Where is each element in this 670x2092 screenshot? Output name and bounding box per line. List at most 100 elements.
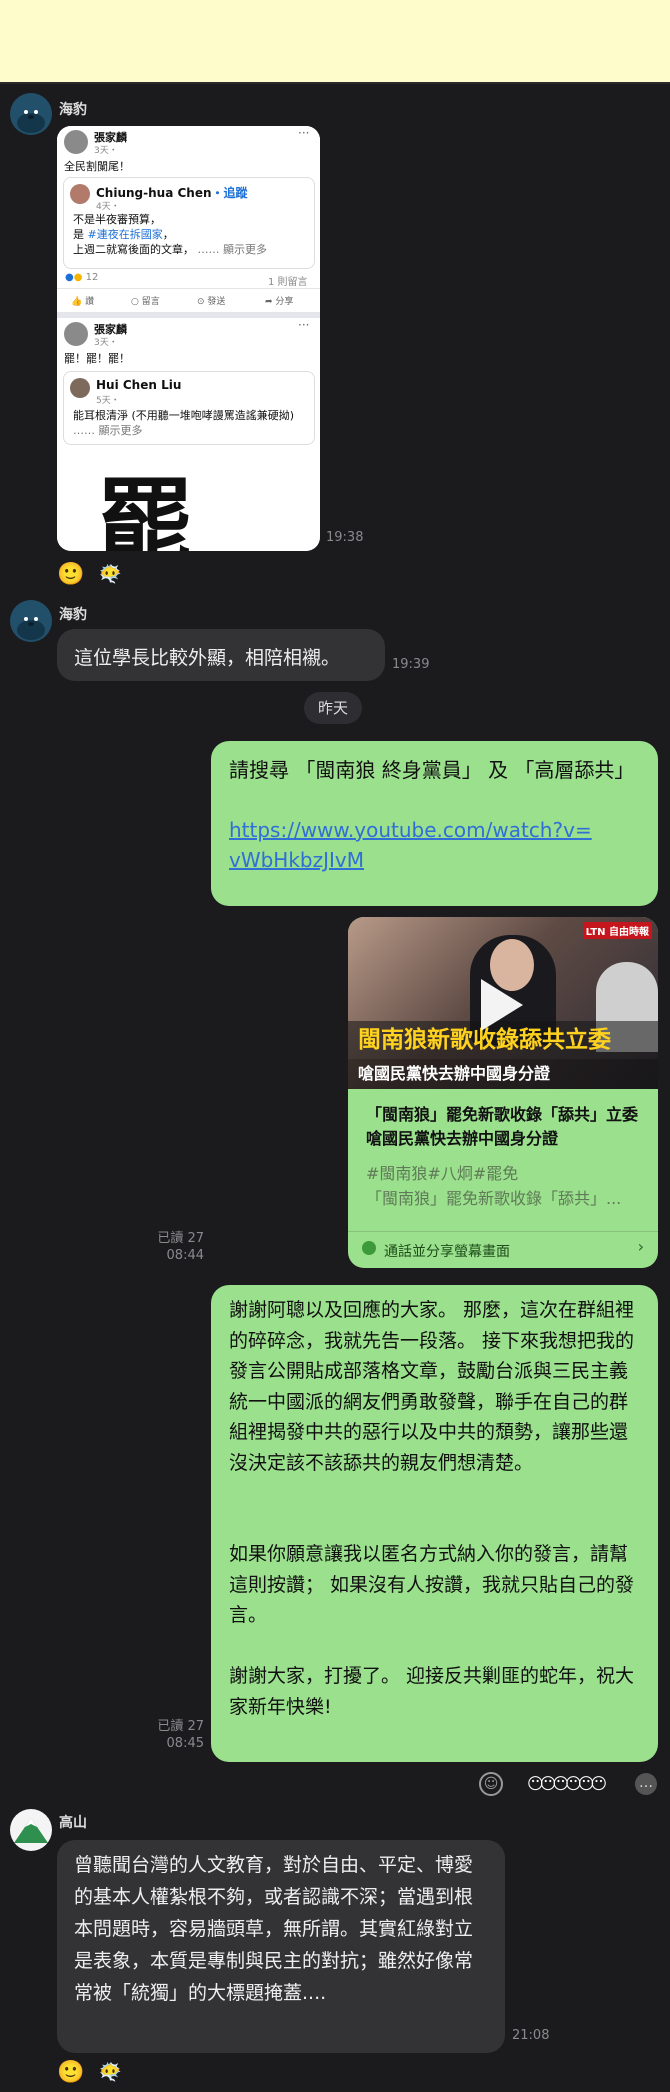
shared-post: Hui Chen Liu 5天・ 能耳根清淨 (不用聽一堆咆哮謾罵造謠兼硬拗) … xyxy=(63,371,315,445)
avatar[interactable] xyxy=(10,93,52,135)
play-icon[interactable] xyxy=(481,979,523,1031)
message-paragraph: 如果你願意讓我以匿名方式納入你的發言，請幫這則按讚； 如果沒有人按讚，我就只貼自… xyxy=(229,1543,635,1626)
reaction-count: 12 xyxy=(85,272,99,283)
share-action-label: 分享 xyxy=(275,297,294,307)
chevron-right-icon: › xyxy=(637,1237,644,1256)
post-text: 全民割闌尾！ xyxy=(64,160,130,173)
add-reaction-icon[interactable]: ☺ xyxy=(479,1772,503,1796)
divider xyxy=(0,82,670,84)
shared-meta: 4天・ xyxy=(96,202,120,212)
comment-count: 1 則留言 xyxy=(268,277,308,288)
like-action: 👍 讚 xyxy=(71,294,94,307)
link-preview-card[interactable]: LTN 自由時報 閩南狼新歌收錄舔共立委 嗆國民黨快去辦中國身分證 「閩南狼」罷… xyxy=(348,917,658,1268)
reaction-summary: ●● 12 xyxy=(65,272,98,283)
follow-link: ・追蹤 xyxy=(211,186,248,200)
message-bubble[interactable]: 這位學長比較外顯，相陪相襯。 xyxy=(57,629,385,681)
message-text: 曾聽聞台灣的人文教育，對於自由、平定、博愛的基本人權紮根不夠，或者認識不深；當遇… xyxy=(74,1854,474,2004)
post-avatar xyxy=(64,130,88,154)
more-icon: ··· xyxy=(298,126,310,140)
timestamp: 08:45 xyxy=(166,1736,204,1751)
screen-share-link[interactable]: 通話並分享螢幕畫面 xyxy=(384,1241,510,1261)
reaction-avatar-icon[interactable]: 😶‍🌫️ xyxy=(99,2059,121,2087)
youtube-link[interactable]: https://www.youtube.com/watch?v=vWbHkbzJ… xyxy=(229,815,599,875)
read-receipt: 已讀 27 08:44 xyxy=(140,1230,204,1264)
sender-name: 海豹 xyxy=(59,102,87,118)
message-bubble[interactable]: 請搜尋 「閩南狼 終身黨員」 及 「高層舔共」 https://www.yout… xyxy=(211,741,658,906)
post-text: 罷！罷！罷！ xyxy=(64,352,130,365)
read-count: 已讀 27 xyxy=(157,1719,204,1734)
reaction-row: 🙂 😶‍🌫️ xyxy=(57,2059,137,2087)
message-bubble[interactable]: 謝謝阿聰以及回應的大家。 那麼，這次在群組裡的碎碎念，我就先告一段落。 接下來我… xyxy=(211,1285,658,1762)
like-icon: ● xyxy=(65,272,74,283)
share-action: ➦ 分享 xyxy=(265,294,293,307)
message-paragraph: 謝謝大家，打擾了。 迎接反共剿匪的蛇年，祝大家新年快樂! xyxy=(229,1665,635,1718)
preview-title: 「閩南狼」罷免新歌收錄「舔共」立委 嗆國民黨快去辦中國身分證 xyxy=(366,1105,639,1148)
avatar[interactable] xyxy=(10,600,52,642)
post-actions: 👍 讚 ○ 留言 ⊙ 發送 ➦ 分享 xyxy=(57,288,320,311)
message-paragraph: 謝謝阿聰以及回應的大家。 那麼，這次在群組裡的碎碎念，我就先告一段落。 接下來我… xyxy=(229,1299,635,1474)
shared-line-3: 上週二就寫後面的文章， …… 顯示更多 xyxy=(73,242,267,257)
date-separator: 昨天 xyxy=(304,692,362,724)
reaction-row: 🙂 😶‍🌫️ xyxy=(57,561,137,589)
large-character: 罷 xyxy=(97,467,193,551)
shared-avatar xyxy=(70,378,90,398)
sender-name: 海豹 xyxy=(59,607,87,623)
top-banner xyxy=(0,0,670,82)
shared-line-2-pre: 是 xyxy=(73,228,88,241)
message-bubble[interactable]: 曾聽聞台灣的人文教育，對於自由、平定、博愛的基本人權紮根不夠，或者認識不深；當遇… xyxy=(57,1840,505,2053)
divider xyxy=(348,1231,658,1232)
seal-avatar-icon xyxy=(17,617,45,640)
preview-description: 「閩南狼」罷免新歌收錄「舔共」... xyxy=(366,1189,622,1208)
smile-reaction-icon[interactable]: 🙂 xyxy=(57,2059,84,2087)
shared-author: Hui Chen Liu xyxy=(96,378,182,392)
shared-meta: 5天・ xyxy=(96,396,120,406)
read-count: 已讀 27 xyxy=(157,1231,204,1246)
sender-name: 高山 xyxy=(59,1815,87,1831)
thumb-icon: 👍 xyxy=(71,297,83,307)
comment-action-label: 留言 xyxy=(141,297,160,307)
news-logo: LTN 自由時報 xyxy=(582,922,652,939)
avatar[interactable] xyxy=(10,1809,52,1851)
timestamp: 21:08 xyxy=(512,2028,550,2043)
comment-action: ○ 留言 xyxy=(131,294,160,307)
message-text: 請搜尋 「閩南狼 終身黨員」 及 「高層舔共」 xyxy=(229,758,635,782)
mountain-avatar-icon xyxy=(14,1818,48,1843)
shared-avatar xyxy=(70,184,90,204)
see-more: …… 顯示更多 xyxy=(197,243,268,256)
read-receipt: 已讀 27 08:45 xyxy=(140,1718,204,1752)
shared-text-body: 能耳根清淨 (不用聽一堆咆哮謾罵造謠兼硬拗) xyxy=(73,409,295,422)
timestamp: 08:44 xyxy=(166,1248,204,1263)
send-action-label: 發送 xyxy=(207,297,226,307)
thumbnail-subtitle: 嗆國民黨快去辦中國身分證 xyxy=(348,1059,658,1089)
shared-text: 能耳根清淨 (不用聽一堆咆哮謾罵造謠兼硬拗) …… 顯示更多 xyxy=(73,408,309,438)
comment-icon: ○ xyxy=(131,297,139,307)
more-icon: ··· xyxy=(298,318,310,332)
timestamp: 19:39 xyxy=(392,657,430,672)
shared-line-2: 是 #連夜在拆國家， xyxy=(73,227,174,242)
shared-line-1: 不是半夜審預算， xyxy=(73,213,161,226)
like-action-label: 讚 xyxy=(85,297,95,307)
shared-line-3-text: 上週二就寫後面的文章， xyxy=(73,243,194,256)
reaction-avatars[interactable]: 😶😶😶😶😶😶 xyxy=(527,1770,607,1798)
screen-share-icon xyxy=(362,1241,376,1255)
post-avatar xyxy=(64,322,88,346)
post-meta: 3天・ xyxy=(94,146,118,156)
facebook-post: 張家麟 3天・ ··· 罷！罷！罷！ Hui Chen Liu 5天・ 能耳根清… xyxy=(57,318,320,551)
preview-tags: #閩南狼#八炯#罷免 xyxy=(366,1164,519,1183)
send-action: ⊙ 發送 xyxy=(197,294,225,307)
message-text: 這位學長比較外顯，相陪相襯。 xyxy=(74,647,341,669)
reaction-avatar-icon[interactable]: 😶‍🌫️ xyxy=(99,561,121,589)
facebook-post: 張家麟 3天・ ··· 全民割闌尾！ Chiung-hua Chen・追蹤 4天… xyxy=(57,126,320,312)
share-icon: ➦ xyxy=(265,297,273,307)
shared-image[interactable]: 張家麟 3天・ ··· 全民割闌尾！ Chiung-hua Chen・追蹤 4天… xyxy=(57,126,320,551)
reaction-row: ☺ 😶😶😶😶😶😶 … xyxy=(475,1770,663,1798)
see-more: …… 顯示更多 xyxy=(73,424,143,437)
video-thumbnail[interactable]: LTN 自由時報 閩南狼新歌收錄舔共立委 嗆國民黨快去辦中國身分證 xyxy=(348,917,658,1089)
send-icon: ⊙ xyxy=(197,297,205,307)
haha-icon: ● xyxy=(73,272,83,283)
shared-line-2-post: ， xyxy=(162,228,174,241)
smile-reaction-icon[interactable]: 🙂 xyxy=(57,561,84,589)
hashtag: #連夜在拆國家 xyxy=(87,228,163,241)
seal-avatar-icon xyxy=(17,110,45,133)
more-reactions-icon[interactable]: … xyxy=(635,1773,657,1795)
